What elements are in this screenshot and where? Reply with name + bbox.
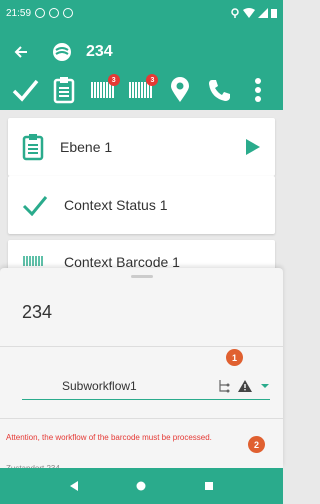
location-button[interactable] [165,72,195,108]
dropdown-arrow-icon[interactable] [260,382,270,390]
barcode-badge-2: 3 [146,74,159,86]
phone-button[interactable] [204,72,234,108]
barcode-button-2[interactable]: 3 [126,72,159,108]
list-item-label: Ebene 1 [60,139,113,155]
warning-message: Attention, the workflow of the barcode m… [6,433,212,442]
signal-icon [258,8,268,18]
recents-nav-icon[interactable] [204,481,214,491]
list-item-label: Context Status 1 [64,197,168,213]
clipboard-icon [53,77,75,104]
subworkflow-select[interactable]: Subworkflow1 [22,372,270,400]
bottom-sheet: 234 1 Subworkflow1 Attention, the workfl… [0,268,283,470]
clipboard-button[interactable] [49,72,79,108]
confirm-button[interactable] [10,72,40,108]
warning-icon [238,379,252,392]
notification-icon [35,8,46,18]
wifi-icon [243,8,255,18]
check-icon [12,79,39,102]
status-bar: 21:59 [0,0,283,26]
list-item-ebene[interactable]: Ebene 1 [8,118,275,176]
subworkflow-value: Subworkflow1 [62,378,137,393]
tree-structure-icon [219,379,230,392]
notification-icon-3 [63,8,74,18]
sheet-title: 234 [22,302,53,322]
battery-icon [271,9,277,18]
number-badge-1: 1 [226,349,243,366]
clipboard-icon [22,134,44,161]
notification-icon-2 [49,8,60,18]
back-arrow-icon[interactable] [14,45,28,59]
divider [0,346,283,347]
more-options-button[interactable] [243,72,273,108]
barcode-button-1[interactable]: 3 [88,72,120,108]
phone-icon [209,80,231,101]
location-pin-icon [171,77,190,102]
check-icon [22,196,48,216]
play-icon[interactable] [245,138,261,156]
location-status-icon [231,8,239,18]
back-nav-icon[interactable] [69,480,79,492]
barcode-badge-1: 3 [107,74,120,86]
drag-handle[interactable] [131,275,153,278]
action-toolbar: 3 3 [0,70,283,110]
page-title: 234 [86,43,113,60]
number-badge-2: 2 [248,436,265,453]
app-logo-icon [53,43,71,61]
list-item-context-status[interactable]: Context Status 1 [8,176,275,234]
divider [0,418,283,419]
barcode-icon [23,256,43,266]
system-navigation-bar [0,468,283,504]
clock-text: 21:59 [6,7,32,19]
home-nav-icon[interactable] [136,481,146,491]
more-vert-icon [254,78,261,102]
